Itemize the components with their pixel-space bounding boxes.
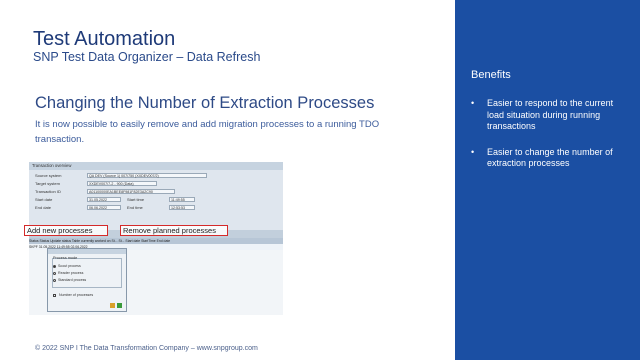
end-time-label: End time (127, 205, 143, 210)
end-row: End date 06.06.2022 End time 12:53:53 (35, 204, 275, 211)
transaction-id-value: A01100000EA1BEE8F981F82E3A2C90 (87, 188, 175, 194)
benefits-title: Benefits (471, 69, 511, 81)
footer-copyright: © 2022 SNP I The Data Transformation Com… (35, 345, 258, 352)
radio-scout-process[interactable]: Scout process (53, 264, 81, 268)
radio-selected-icon (53, 264, 56, 268)
benefits-list: Easier to respond to the current load si… (471, 98, 631, 184)
body-text: It is now possible to easily remove and … (35, 119, 380, 145)
radio-label: Scout process (58, 264, 81, 268)
radio-label: Reader process (58, 271, 84, 275)
start-date-label: Start date (35, 197, 53, 202)
slide-subtitle: SNP Test Data Organizer – Data Refresh (33, 50, 261, 64)
radio-icon (53, 271, 56, 275)
start-time-value: 11:49:55 (169, 196, 195, 202)
transaction-id-label: Transaction ID (35, 189, 61, 194)
add-processes-callout[interactable]: Add new processes (24, 225, 108, 236)
cancel-button[interactable] (110, 303, 115, 308)
source-system-label: Source system (35, 173, 62, 178)
end-date-value: 06.06.2022 (87, 204, 121, 210)
target-system-row: Target system XXDEV007/7-2 - 900 (Data) (35, 180, 275, 187)
sap-screenshot: Transaction overview Source system QA DE… (29, 162, 283, 315)
process-mode-dialog: Process mode Scout process Reader proces… (47, 248, 127, 312)
start-row: Start date 31.05.2022 Start time 11:49:5… (35, 196, 275, 203)
start-date-value: 31.05.2022 (87, 196, 121, 202)
overview-title: Transaction overview (29, 162, 283, 170)
radio-standard-process[interactable]: Standard process (53, 278, 86, 282)
benefit-item: Easier to respond to the current load si… (471, 98, 631, 133)
process-mode-title: Process mode (53, 256, 78, 260)
slide-title: Test Automation (33, 28, 176, 50)
remove-processes-callout[interactable]: Remove planned processes (120, 225, 228, 236)
dialog-titlebar (48, 249, 126, 254)
end-date-label: End date (35, 205, 52, 210)
number-of-processes-label: Number of processes (59, 293, 94, 297)
benefits-panel: Benefits Easier to respond to the curren… (455, 0, 640, 360)
benefit-item: Easier to change the number of extractio… (471, 147, 631, 170)
end-time-value: 12:53:53 (169, 204, 195, 210)
radio-reader-process[interactable]: Reader process (53, 271, 83, 275)
slide-main: Test Automation SNP Test Data Organizer … (0, 0, 455, 360)
source-system-value: QA DEV (Source 1) 007/750 (XXDEV007/2) (87, 172, 207, 178)
transaction-id-row: Transaction ID A01100000EA1BEE8F981F82E3… (35, 188, 275, 195)
start-time-label: Start time (127, 197, 145, 202)
section-heading: Changing the Number of Extraction Proces… (35, 94, 375, 112)
source-system-row: Source system QA DEV (Source 1) 007/750 … (35, 172, 275, 179)
radio-label: Standard process (58, 278, 87, 282)
ok-button[interactable] (117, 303, 122, 308)
number-of-processes-checkbox[interactable] (53, 294, 56, 297)
target-system-label: Target system (35, 181, 60, 186)
radio-icon (53, 278, 56, 282)
target-system-value: XXDEV007/7-2 - 900 (Data) (87, 180, 157, 186)
